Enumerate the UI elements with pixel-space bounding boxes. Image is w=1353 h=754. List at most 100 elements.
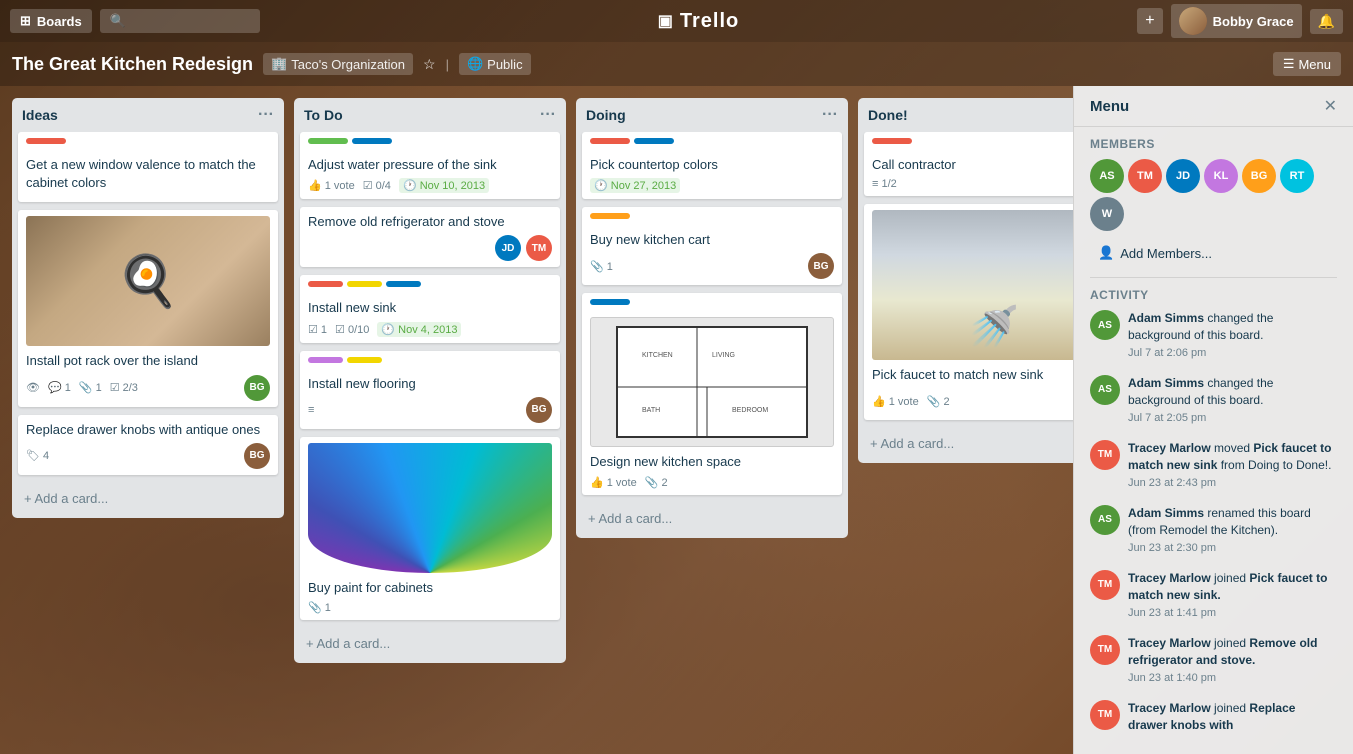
column-footer-todo: + Add a card...: [294, 628, 566, 663]
comment-meta: 💬 1: [48, 381, 71, 394]
card-image-paint: [308, 443, 552, 573]
activity-user-1: Adam Simms: [1128, 311, 1204, 325]
column-menu-doing[interactable]: ···: [822, 106, 838, 124]
menu-label: Menu: [1298, 57, 1331, 72]
svg-text:KITCHEN: KITCHEN: [642, 352, 673, 359]
notifications-button[interactable]: 🔔: [1310, 9, 1343, 34]
column-body-doing: Pick countertop colors 🕐 Nov 27, 2013 Bu…: [576, 132, 848, 503]
member-chip-jd[interactable]: JD: [1166, 159, 1200, 193]
column-header-todo: To Do ···: [294, 98, 566, 132]
board-bar-right: ☰ Menu: [1273, 52, 1341, 76]
label-blue: [590, 299, 630, 305]
card-todo-5[interactable]: Buy paint for cabinets 📎 1: [300, 437, 560, 620]
column-menu-todo[interactable]: ···: [540, 106, 556, 124]
card-meta-todo3: ☑ 1 ☑ 0/10 🕐 Nov 4, 2013: [308, 322, 552, 337]
card-doing-2[interactable]: Buy new kitchen cart 📎 1 BG: [582, 207, 842, 285]
main-area: Ideas ··· Get a new window valence to ma…: [0, 86, 1353, 754]
card-meta-todo4: ≡ BG: [308, 397, 552, 423]
card-meta-todo2: JD TM: [308, 235, 552, 261]
activity-user-5: Tracey Marlow: [1128, 571, 1211, 585]
column-footer-ideas: + Add a card...: [12, 483, 284, 518]
member-chip-as[interactable]: AS: [1090, 159, 1124, 193]
paperclip-meta: 📎 2: [645, 476, 668, 489]
sidebar-close-button[interactable]: ✕: [1324, 96, 1337, 116]
user-menu-button[interactable]: Bobby Grace: [1171, 4, 1302, 38]
activity-item-4: AS Adam Simms renamed this board (from R…: [1090, 505, 1337, 556]
activity-text-3: Tracey Marlow moved Pick faucet to match…: [1128, 440, 1337, 491]
member-chip-tm[interactable]: TM: [1128, 159, 1162, 193]
date-meta-todo3: 🕐 Nov 4, 2013: [377, 322, 461, 337]
activity-user-4: Adam Simms: [1128, 506, 1204, 520]
paperclip-meta: 📎 1: [79, 381, 102, 394]
card-ideas-3[interactable]: Replace drawer knobs with antique ones 🏷…: [18, 415, 278, 475]
menu-toggle-button[interactable]: ☰ Menu: [1273, 52, 1341, 76]
label-blue: [386, 281, 421, 287]
column-body-ideas: Get a new window valence to match the ca…: [12, 132, 284, 483]
column-header-done: Done! ···: [858, 98, 1073, 132]
divider: |: [446, 57, 449, 72]
add-members-button[interactable]: 👤 Add Members...: [1090, 239, 1337, 267]
card-title-done2: Pick faucet to match new sink: [872, 366, 1073, 384]
checklist-meta: ☑ 2/3: [110, 381, 138, 394]
visibility-label: Public: [487, 57, 522, 72]
member-chip-bg[interactable]: BG: [1242, 159, 1276, 193]
org-button[interactable]: 🏢 Taco's Organization: [263, 53, 413, 75]
paperclip-meta: 📎 1: [590, 260, 613, 273]
activity-text-2: Adam Simms changed the background of thi…: [1128, 375, 1337, 426]
trello-logo-icon: ▣: [658, 11, 674, 31]
add-card-todo[interactable]: + Add a card...: [300, 632, 560, 655]
search-input[interactable]: 🔍: [100, 9, 260, 33]
add-button[interactable]: +: [1137, 8, 1162, 34]
card-ideas-2[interactable]: 🍳 Install pot rack over the island 👁 💬 1…: [18, 210, 278, 406]
add-card-ideas[interactable]: + Add a card...: [18, 487, 278, 510]
card-todo-4[interactable]: Install new flooring ≡ BG: [300, 351, 560, 429]
card-ideas-1[interactable]: Get a new window valence to match the ca…: [18, 132, 278, 202]
boards-label: Boards: [37, 14, 82, 29]
add-card-doing[interactable]: + Add a card...: [582, 507, 842, 530]
checklist-meta: ≡ 1/2: [872, 178, 897, 190]
card-todo-1[interactable]: Adjust water pressure of the sink 👍 1 vo…: [300, 132, 560, 199]
activity-text-6: Tracey Marlow joined Remove old refriger…: [1128, 635, 1337, 686]
pots-icon: 🍳: [117, 252, 179, 311]
activity-item-5: TM Tracey Marlow joined Pick faucet to m…: [1090, 570, 1337, 621]
sidebar-header: Menu ✕: [1074, 86, 1353, 127]
sidebar: Menu ✕ Members AS TM JD KL BG RT W 👤 Add…: [1073, 86, 1353, 754]
card-done-2[interactable]: 🚿 Pick faucet to match new sink 👍 1 vote…: [864, 204, 1073, 420]
card-meta-todo5: 📎 1: [308, 601, 552, 614]
card-image-pots: 🍳: [26, 216, 270, 346]
column-header-ideas: Ideas ···: [12, 98, 284, 132]
member-chip-kl[interactable]: KL: [1204, 159, 1238, 193]
board-title: The Great Kitchen Redesign: [12, 54, 253, 75]
boards-button[interactable]: ⊞ Boards: [10, 9, 92, 33]
date-meta-doing1: 🕐 Nov 27, 2013: [590, 178, 680, 193]
member-chip-rt[interactable]: RT: [1280, 159, 1314, 193]
activity-time-1: Jul 7 at 2:06 pm: [1128, 346, 1337, 361]
activity-section: Activity AS Adam Simms changed the backg…: [1074, 278, 1353, 754]
member-avatar-3: BG: [244, 443, 270, 469]
visibility-button[interactable]: 🌐 Public: [459, 53, 531, 75]
column-title-todo: To Do: [304, 107, 343, 123]
card-doing-3[interactable]: KITCHEN LIVING BATH BEDROOM Design new k…: [582, 293, 842, 494]
column-footer-done: + Add a card...: [858, 428, 1073, 463]
member-avatar-todo4: BG: [526, 397, 552, 423]
card-done-1[interactable]: Call contractor ≡ 1/2: [864, 132, 1073, 196]
card-todo-3[interactable]: Install new sink ☑ 1 ☑ 0/10 🕐 Nov 4, 201…: [300, 275, 560, 342]
sink-icon: 🚿: [969, 303, 1019, 350]
label-orange: [590, 213, 630, 219]
activity-avatar-5: TM: [1090, 570, 1120, 600]
column-menu-ideas[interactable]: ···: [258, 106, 274, 124]
activity-time-3: Jun 23 at 2:43 pm: [1128, 476, 1337, 491]
star-button[interactable]: ☆: [423, 56, 436, 73]
members-section-title: Members: [1090, 137, 1337, 151]
card-todo-2[interactable]: Remove old refrigerator and stove JD TM: [300, 207, 560, 267]
activity-user-7: Tracey Marlow: [1128, 701, 1211, 715]
card-labels-todo3: [308, 281, 552, 293]
members-section: Members AS TM JD KL BG RT W 👤 Add Member…: [1074, 127, 1353, 277]
card-doing-1[interactable]: Pick countertop colors 🕐 Nov 27, 2013: [582, 132, 842, 199]
add-card-done[interactable]: + Add a card...: [864, 432, 1073, 455]
card-title-todo1: Adjust water pressure of the sink: [308, 156, 552, 174]
sticker-meta: 🏷 4: [26, 449, 49, 462]
eye-meta: 👁: [26, 381, 40, 394]
member-chip-w[interactable]: W: [1090, 197, 1124, 231]
card-image-sink: 🚿: [872, 210, 1073, 360]
